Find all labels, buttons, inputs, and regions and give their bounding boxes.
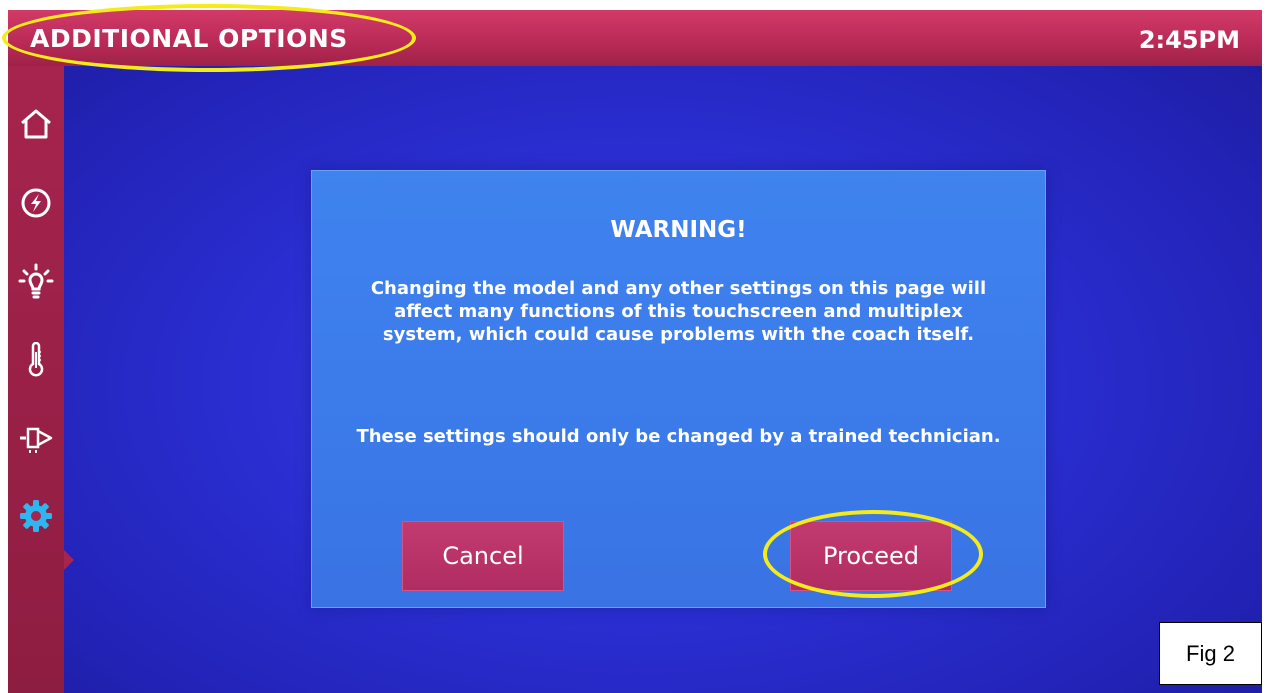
sidebar-item-settings[interactable]: [14, 494, 58, 538]
cancel-button[interactable]: Cancel: [402, 521, 564, 591]
dialog-note: These settings should only be changed by…: [356, 426, 1001, 447]
home-icon: [21, 109, 51, 139]
slide-out-icon: [20, 427, 53, 453]
active-nav-pointer: [64, 550, 74, 570]
gear-icon: [20, 500, 52, 532]
sidebar-item-lights[interactable]: [14, 259, 58, 303]
power-lightning-icon: [21, 188, 51, 218]
header-bar: ADDITIONAL OPTIONS 2:45PM: [8, 10, 1262, 66]
warning-dialog: WARNING! Changing the model and any othe…: [311, 170, 1046, 608]
proceed-button[interactable]: Proceed: [790, 521, 952, 591]
light-bulb-icon: [18, 263, 54, 299]
figure-label: Fig 2: [1159, 622, 1262, 685]
page-title: ADDITIONAL OPTIONS: [30, 24, 348, 53]
clock: 2:45PM: [1138, 26, 1240, 54]
sidebar-nav: [8, 66, 64, 693]
sidebar-item-home[interactable]: [14, 102, 58, 146]
dialog-message: Changing the model and any other setting…: [370, 278, 987, 345]
sidebar-item-power[interactable]: [14, 181, 58, 225]
thermometer-icon: [28, 342, 44, 377]
dialog-title: WARNING!: [610, 217, 747, 243]
sidebar-item-climate[interactable]: [14, 338, 58, 382]
sidebar-item-slides[interactable]: [14, 416, 58, 460]
touchscreen: ADDITIONAL OPTIONS 2:45PM WARNING! Chang…: [8, 10, 1262, 693]
